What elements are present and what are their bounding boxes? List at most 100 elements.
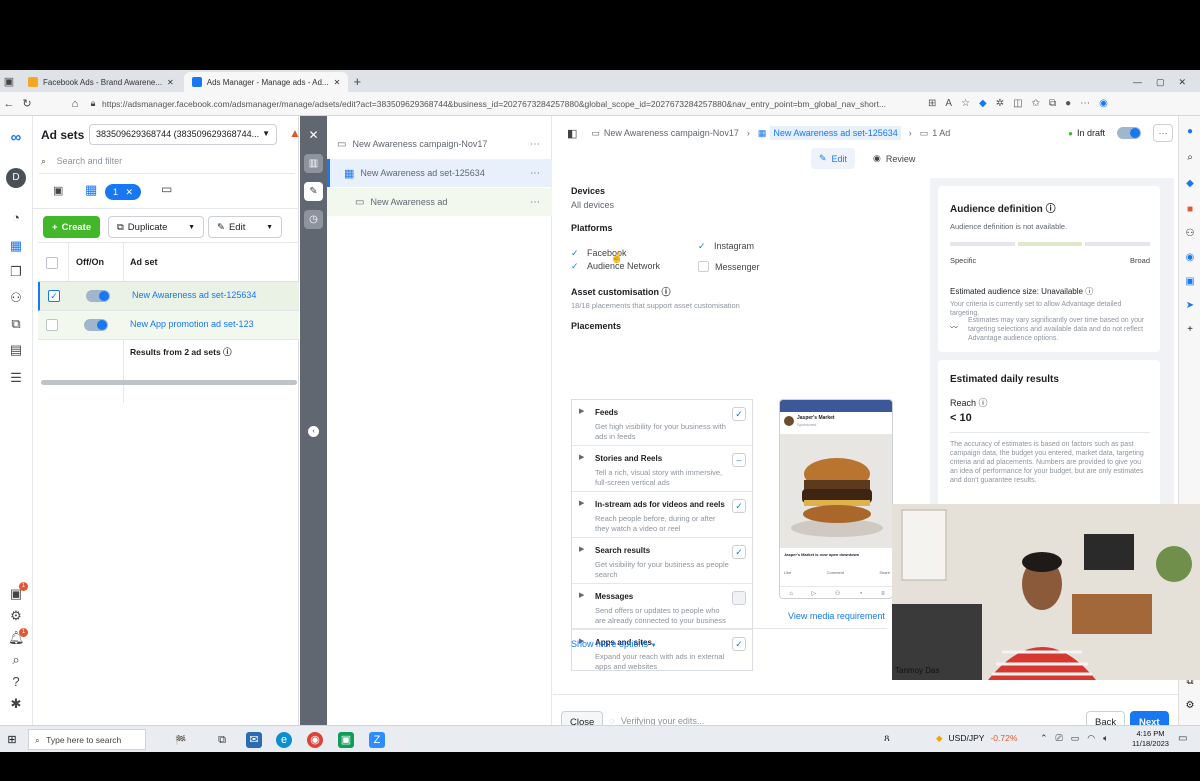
- history-clock-icon[interactable]: ◷: [304, 210, 323, 229]
- taskbar-search[interactable]: ⌕ Type here to search: [28, 729, 146, 750]
- bell-icon[interactable]: ●: [1184, 126, 1196, 138]
- placement-apps-sites[interactable]: ▶ Apps and sites Expand your reach with …: [572, 630, 752, 676]
- pencil-icon[interactable]: ✎: [304, 182, 323, 201]
- menu-icon[interactable]: ☰: [8, 370, 24, 386]
- back-arrow-icon[interactable]: ←: [0, 98, 18, 110]
- info-icon[interactable]: ⓘ: [662, 287, 671, 297]
- expand-arrow-icon[interactable]: ▶: [579, 407, 584, 415]
- show-more-options-link[interactable]: Show more options ▼: [571, 639, 657, 649]
- placement-instream[interactable]: ▶ In-stream ads for videos and reels Rea…: [572, 492, 752, 538]
- toolbox-icon[interactable]: ■: [1184, 204, 1196, 216]
- select-all-checkbox[interactable]: [46, 257, 58, 269]
- placement-checkbox[interactable]: ✓: [732, 637, 746, 651]
- ticker-widget[interactable]: ◆ USD/JPY -0.72%: [936, 733, 1017, 744]
- tag-icon[interactable]: ◆: [1184, 178, 1196, 190]
- more-menu-icon[interactable]: ⋯: [1080, 98, 1090, 109]
- breadcrumb-campaign[interactable]: New Awareness campaign-Nov17: [604, 128, 739, 138]
- catalog-icon[interactable]: ▤: [8, 342, 24, 358]
- row-toggle[interactable]: [84, 319, 108, 331]
- expand-arrow-icon[interactable]: ▶: [579, 591, 584, 599]
- info-icon[interactable]: ⓘ: [979, 398, 988, 408]
- breadcrumb-adset[interactable]: New Awareness ad set-125634: [770, 126, 901, 140]
- view-media-requirement-link[interactable]: View media requirement: [788, 611, 885, 621]
- expand-arrow-icon[interactable]: ▶: [579, 453, 584, 461]
- collections-icon[interactable]: ⧉: [1049, 98, 1056, 109]
- filter-chip[interactable]: 1 ✕: [105, 184, 141, 200]
- close-window-icon[interactable]: ✕: [1178, 77, 1186, 88]
- chat-icon[interactable]: ▣: [338, 732, 354, 748]
- race-car-widget-icon[interactable]: 🏁: [158, 732, 204, 748]
- window-icon[interactable]: ▣: [0, 75, 18, 88]
- row-toggle[interactable]: [86, 290, 110, 302]
- split-screen-icon[interactable]: ◫: [1013, 98, 1022, 109]
- send-icon[interactable]: ➤: [1184, 300, 1196, 312]
- horizontal-scrollbar[interactable]: [41, 380, 297, 385]
- notification-center-icon[interactable]: ▭: [1178, 733, 1187, 744]
- extensions-puzzle-icon[interactable]: ✲: [996, 98, 1004, 109]
- more-options-button[interactable]: ⋯: [1153, 124, 1173, 142]
- edit-button[interactable]: ✎ Edit ▼: [208, 216, 282, 238]
- platform-audience-network[interactable]: ✓ Audience Network: [571, 261, 660, 271]
- mail-icon[interactable]: ✉: [246, 732, 262, 748]
- battery-icon[interactable]: ▭: [1071, 733, 1080, 744]
- row-checkbox[interactable]: ✓: [48, 290, 60, 302]
- profile-icon[interactable]: ●: [1065, 98, 1071, 109]
- chart-icon[interactable]: ▥: [304, 154, 323, 173]
- placement-stories-reels[interactable]: ▶ Stories and Reels Tell a rich, visual …: [572, 446, 752, 492]
- stack-icon[interactable]: ⧉: [8, 316, 24, 332]
- placement-checkbox[interactable]: –: [732, 453, 746, 467]
- browser-tab-2[interactable]: Ads Manager - Manage ads - Ad... ✕: [183, 72, 349, 92]
- read-aloud-icon[interactable]: A: [945, 98, 952, 109]
- network-icon[interactable]: ⎚: [1056, 733, 1063, 744]
- tab-review[interactable]: ◉ Review: [867, 148, 921, 169]
- placement-messages[interactable]: ▶ Messages Send offers or updates to peo…: [572, 584, 752, 630]
- pages-icon[interactable]: ❐: [8, 264, 24, 280]
- create-button[interactable]: + Create: [43, 216, 101, 238]
- placement-checkbox[interactable]: [732, 591, 746, 605]
- windows-start-icon[interactable]: ⊞: [4, 732, 20, 748]
- people-tray-icon[interactable]: ጸ: [884, 733, 890, 744]
- devices-value[interactable]: All devices: [571, 200, 614, 210]
- tree-item-ad[interactable]: ▭ New Awareness ad ⋯: [327, 188, 552, 216]
- sidebar-toggle-icon[interactable]: ◧: [567, 127, 577, 140]
- extension-icon[interactable]: ◆: [979, 98, 987, 109]
- help-icon[interactable]: ?: [8, 674, 24, 690]
- tree-item-campaign[interactable]: ▭ New Awareness campaign-Nov17 ⋯: [327, 130, 552, 158]
- table-icon[interactable]: ▦: [8, 238, 24, 254]
- publish-toggle[interactable]: [1117, 127, 1141, 139]
- breadcrumb-ad[interactable]: 1 Ad: [932, 128, 950, 138]
- close-tab-icon[interactable]: ✕: [334, 78, 341, 87]
- chevron-up-icon[interactable]: ⌃: [1040, 733, 1048, 744]
- row-checkbox[interactable]: [46, 319, 58, 331]
- tab-edit[interactable]: ✎ Edit: [811, 148, 856, 169]
- campaigns-tab-icon[interactable]: ▣: [53, 184, 63, 197]
- favorite-star-icon[interactable]: ☆: [961, 98, 970, 109]
- column-onoff[interactable]: Off/On: [76, 257, 104, 267]
- placement-checkbox[interactable]: ✓: [732, 407, 746, 421]
- adset-name-link[interactable]: New App promotion ad set-123: [130, 319, 254, 329]
- ads-tab-icon[interactable]: ▭: [161, 182, 172, 196]
- adsets-tab-icon[interactable]: ▦: [85, 182, 97, 198]
- wifi-icon[interactable]: ◠: [1087, 733, 1095, 744]
- more-options-icon[interactable]: ⋯: [530, 197, 540, 208]
- refresh-icon[interactable]: ↻: [18, 97, 36, 110]
- placement-feeds[interactable]: ▶ Feeds Get high visibility for your bus…: [572, 400, 752, 446]
- dashboard-icon[interactable]: ◔: [8, 210, 24, 226]
- zoom-icon[interactable]: Z: [369, 732, 385, 748]
- url-field[interactable]: https://adsmanager.facebook.com/adsmanag…: [102, 99, 922, 109]
- search-icon[interactable]: ⌕: [1184, 152, 1196, 164]
- favorites-icon[interactable]: ✩: [1032, 98, 1040, 109]
- meta-logo-icon[interactable]: ∞: [8, 130, 24, 146]
- clock[interactable]: 4:16 PM 11/18/2023: [1132, 729, 1169, 749]
- platform-messenger[interactable]: Messenger: [698, 261, 760, 272]
- home-icon[interactable]: ⌂: [66, 98, 84, 110]
- maximize-icon[interactable]: ▢: [1156, 77, 1165, 88]
- table-row[interactable]: New App promotion ad set-123: [38, 311, 299, 340]
- add-icon[interactable]: +: [1184, 324, 1196, 336]
- close-editor-icon[interactable]: ✕: [304, 126, 323, 145]
- info-icon[interactable]: ⓘ: [1046, 204, 1056, 215]
- outlook-icon[interactable]: ◉: [1184, 252, 1196, 264]
- volume-icon[interactable]: 🔈︎: [1103, 733, 1108, 744]
- close-tab-icon[interactable]: ✕: [167, 78, 174, 87]
- adset-name-link[interactable]: New Awareness ad set-125634: [132, 290, 256, 300]
